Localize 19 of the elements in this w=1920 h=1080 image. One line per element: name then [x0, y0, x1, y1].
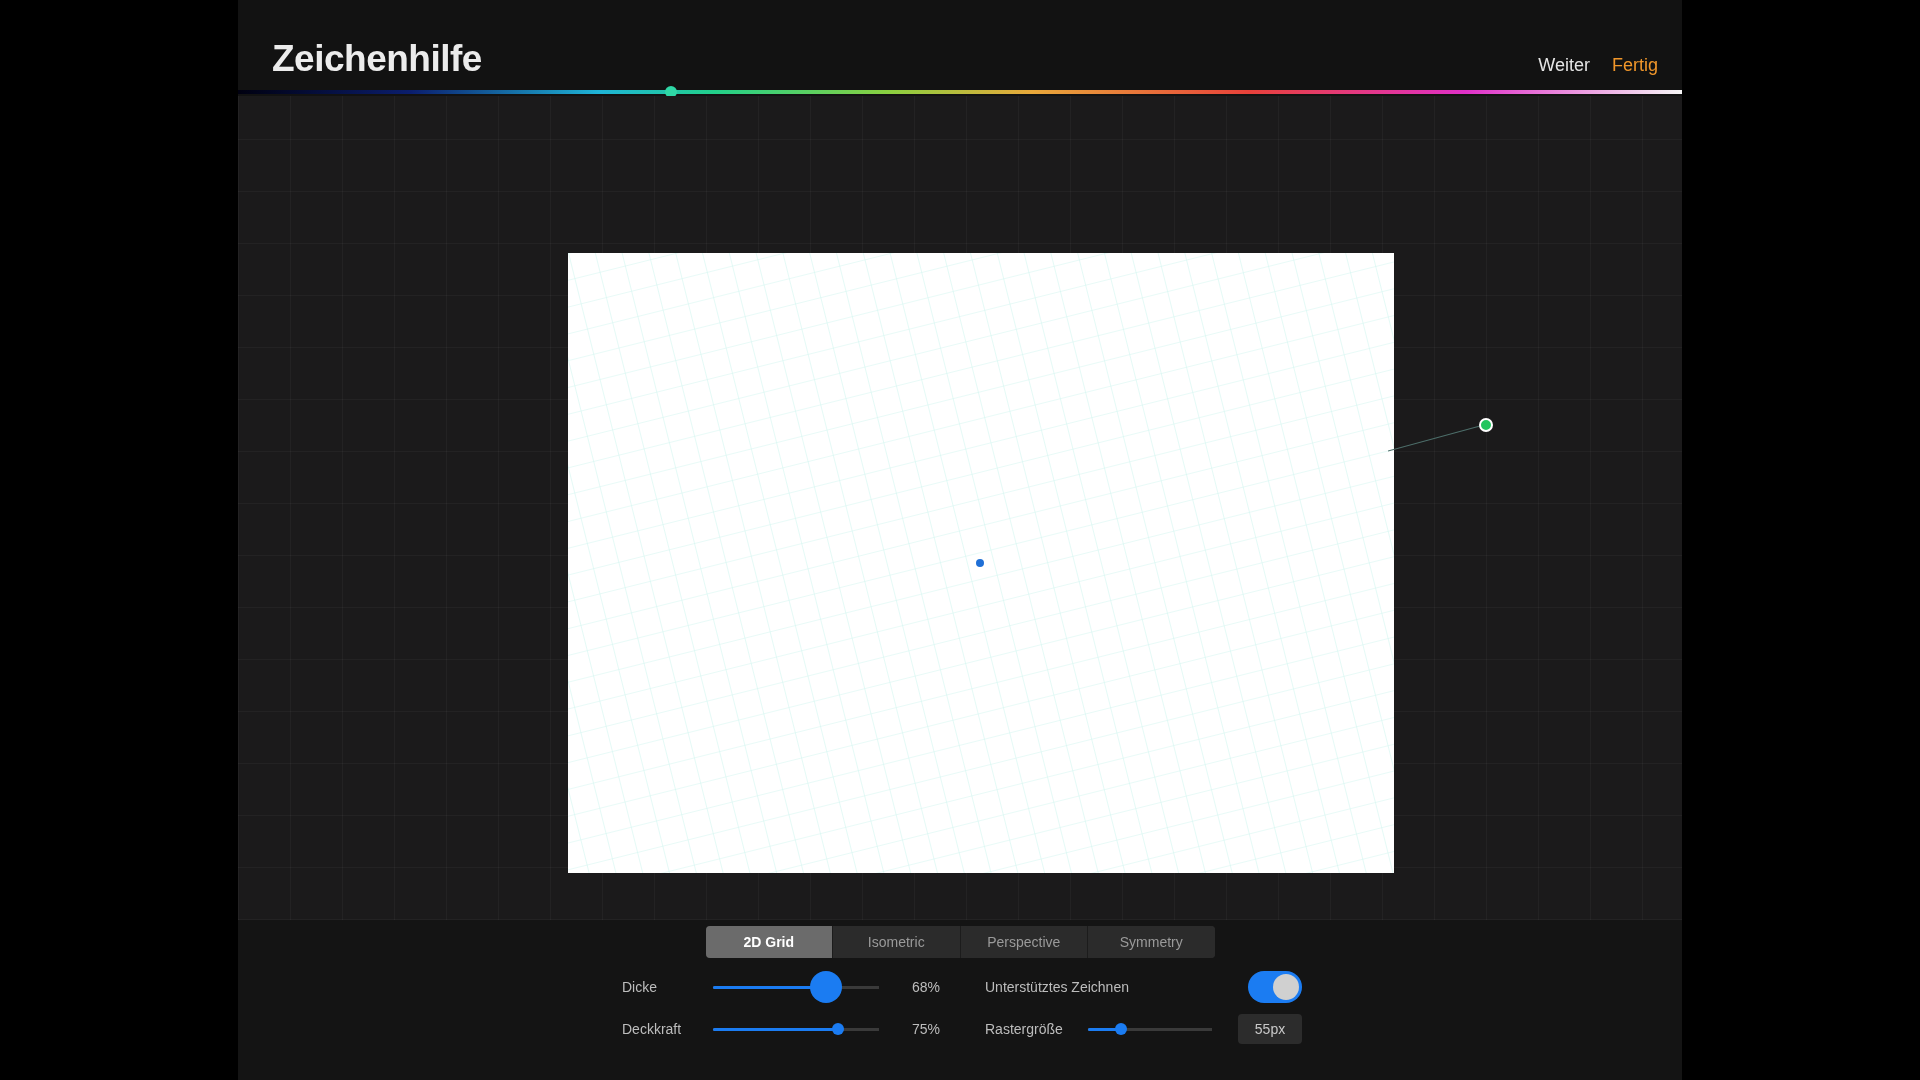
next-button[interactable]: Weiter — [1538, 55, 1590, 76]
setting-label: Unterstütztes Zeichnen — [985, 979, 1130, 995]
toggle-switch[interactable] — [1248, 971, 1302, 1003]
setting-label: Rastergröße — [985, 1021, 1064, 1037]
value-box: 55px — [1238, 1014, 1302, 1044]
slider-thumb[interactable] — [831, 1023, 844, 1035]
center-handle[interactable] — [976, 559, 984, 567]
setting-label: Deckkraft — [622, 1021, 683, 1037]
value-readout: 68% — [910, 979, 940, 995]
color-slider[interactable] — [238, 86, 1682, 98]
mode-tab[interactable]: Symmetry — [1087, 926, 1215, 958]
slider-thumb[interactable] — [809, 971, 842, 1003]
done-button[interactable]: Fertig — [1612, 55, 1658, 76]
mode-tab[interactable]: 2D Grid — [705, 926, 832, 958]
app-title: Zeichenhilfe — [272, 38, 483, 80]
setting-label: Dicke — [622, 979, 658, 995]
value-readout: 75% — [910, 1021, 940, 1037]
rotation-handle[interactable] — [1388, 418, 1493, 452]
slider-thumb[interactable] — [1115, 1023, 1128, 1035]
